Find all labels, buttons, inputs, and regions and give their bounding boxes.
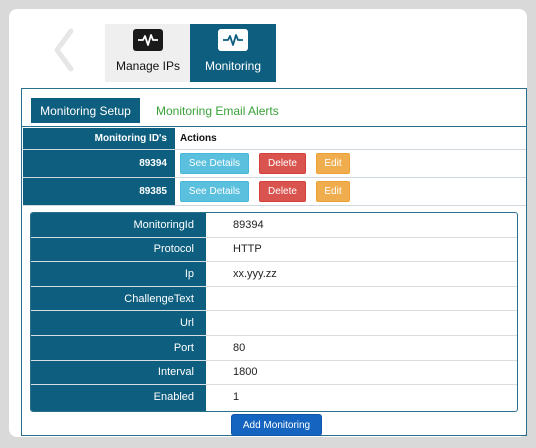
actions-cell: See Details Delete Edit	[180, 178, 360, 205]
detail-key: Url	[179, 317, 194, 330]
detail-key: Enabled	[153, 391, 194, 404]
app-window: Manage IPs Monitoring Monitoring Setup M…	[9, 9, 527, 437]
detail-row: Interval 1800	[31, 361, 517, 386]
table-row: 89394 See Details Delete Edit	[23, 150, 526, 178]
back-button[interactable]	[47, 25, 83, 75]
detail-value: 89394	[233, 218, 264, 231]
detail-key: Protocol	[153, 243, 194, 256]
detail-value: 1	[233, 391, 240, 404]
detail-key: Interval	[157, 366, 194, 379]
detail-row: Port 80	[31, 336, 517, 361]
detail-key: ChallengeText	[124, 292, 194, 305]
detail-row: MonitoringId 89394	[31, 213, 517, 238]
detail-row: Protocol HTTP	[31, 238, 517, 263]
subtab-monitoring-setup[interactable]: Monitoring Setup	[31, 98, 140, 123]
subtab-bar: Monitoring Setup Monitoring Email Alerts	[22, 89, 526, 127]
subtab-email-alerts[interactable]: Monitoring Email Alerts	[156, 98, 279, 123]
detail-row: Url	[31, 311, 517, 336]
detail-key: Port	[173, 341, 194, 354]
detail-value: xx.yyy.zz	[233, 267, 277, 280]
detail-value: HTTP	[233, 243, 262, 256]
see-details-button[interactable]: See Details	[180, 153, 249, 174]
tab-manage-ips-label: Manage IPs	[115, 59, 181, 73]
edit-button[interactable]: Edit	[316, 153, 350, 174]
delete-button[interactable]: Delete	[259, 153, 306, 174]
detail-key: Ip	[184, 267, 194, 280]
chevron-left-icon	[54, 28, 74, 72]
detail-key: MonitoringId	[133, 218, 194, 231]
actions-cell: See Details Delete Edit	[180, 150, 360, 177]
detail-value: 1800	[233, 366, 258, 379]
edit-button[interactable]: Edit	[316, 181, 350, 202]
detail-row: Ip xx.yyy.zz	[31, 262, 517, 287]
add-monitoring-button[interactable]: Add Monitoring	[231, 414, 322, 436]
see-details-button[interactable]: See Details	[180, 181, 249, 202]
monitoring-ids-table: Monitoring ID's Actions 89394 See Detail…	[23, 128, 526, 206]
monitoring-details-panel: MonitoringId 89394 Protocol HTTP Ip xx.y…	[30, 212, 518, 412]
table-header-row: Monitoring ID's Actions	[23, 128, 526, 150]
column-header-actions: Actions	[180, 133, 217, 144]
heartbeat-icon	[133, 29, 163, 51]
column-header-id: Monitoring ID's	[23, 128, 175, 149]
heartbeat-icon	[218, 29, 248, 51]
delete-button[interactable]: Delete	[259, 181, 306, 202]
monitoring-panel: Monitoring Setup Monitoring Email Alerts…	[21, 88, 527, 436]
tab-monitoring[interactable]: Monitoring	[190, 24, 276, 82]
detail-row: Enabled 1	[31, 385, 517, 410]
monitoring-id-cell: 89385	[23, 178, 175, 205]
table-row: 89385 See Details Delete Edit	[23, 178, 526, 206]
detail-row: ChallengeText	[31, 287, 517, 312]
tab-manage-ips[interactable]: Manage IPs	[105, 24, 191, 82]
tab-monitoring-label: Monitoring	[204, 59, 262, 73]
monitoring-id-cell: 89394	[23, 150, 175, 177]
detail-value: 80	[233, 341, 246, 354]
